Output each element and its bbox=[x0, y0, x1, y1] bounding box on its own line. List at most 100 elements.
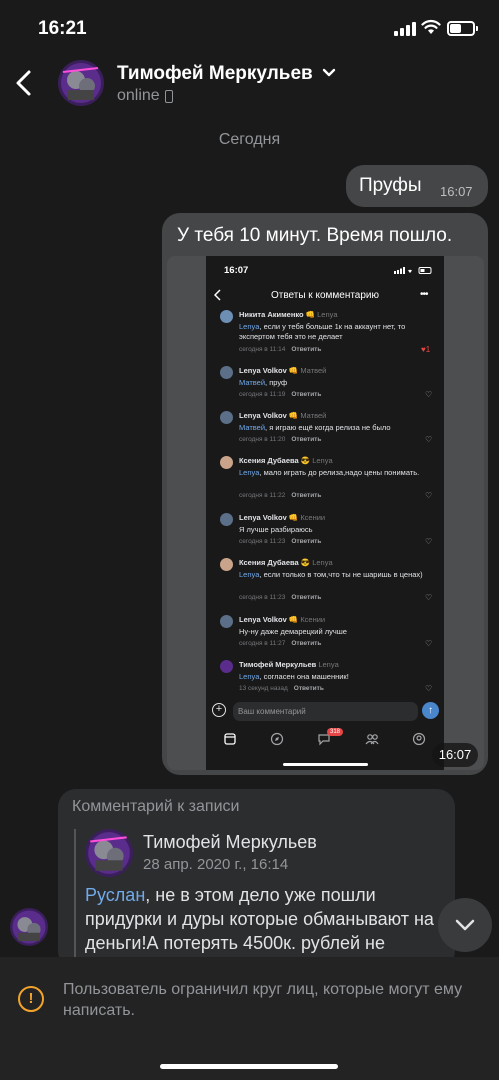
reply-link: Ответить bbox=[291, 346, 322, 353]
screenshot-more-icon: ••• bbox=[420, 289, 428, 300]
comment-mention: Lenya bbox=[239, 672, 260, 681]
comment-author: Lenya Volkov 👊 bbox=[239, 513, 299, 522]
avatar bbox=[220, 660, 233, 673]
comment-reply-to: Lenya bbox=[312, 558, 333, 567]
chevron-down-icon bbox=[455, 919, 475, 931]
comment-reply-to: Lenya bbox=[317, 310, 338, 319]
avatar bbox=[220, 456, 233, 469]
online-status: online bbox=[117, 87, 160, 104]
restriction-notice: ! Пользователь ограничил круг лиц, котор… bbox=[0, 957, 499, 1080]
comment-text: , согласен она машенник! bbox=[259, 672, 349, 681]
comment-time: сегодня в 11:27 bbox=[239, 640, 286, 647]
avatar bbox=[220, 310, 233, 323]
message-text: У тебя 10 минут. Время пошло. bbox=[177, 225, 453, 246]
comment-time: 13 секунд назад bbox=[239, 685, 288, 692]
wifi-icon bbox=[421, 19, 441, 34]
avatar[interactable] bbox=[58, 60, 104, 106]
screenshot-status-time: 16:07 bbox=[224, 265, 249, 276]
heart-outline-icon: ♡ bbox=[425, 491, 433, 500]
comment-author: Lenya Volkov 👊 bbox=[239, 411, 299, 420]
comment-author: Ксения Дубаева 😎 bbox=[239, 558, 311, 567]
comment-author: Тимофей Меркульев bbox=[239, 660, 317, 669]
home-indicator[interactable] bbox=[160, 1064, 338, 1069]
heart-outline-icon: ♡ bbox=[425, 593, 433, 602]
heart-outline-icon: ♡ bbox=[425, 639, 433, 648]
comment-text: , пруф bbox=[265, 378, 288, 387]
heart-icon: ♥1 bbox=[421, 345, 431, 354]
screenshot-title: Ответы к комментарию bbox=[270, 290, 380, 301]
plus-icon: + bbox=[212, 703, 226, 717]
reply-link: Ответить bbox=[291, 640, 322, 647]
avatar bbox=[220, 615, 233, 628]
screenshot-content: 16:07 Ответы к комментарию ••• Никита Ак… bbox=[206, 256, 444, 770]
reply-link: Ответить bbox=[291, 436, 322, 443]
comment-reply-to: Lenya bbox=[312, 456, 333, 465]
back-arrow-icon[interactable] bbox=[12, 68, 36, 98]
comment-reply-to: Матвей bbox=[300, 411, 327, 420]
avatar bbox=[220, 411, 233, 424]
heart-outline-icon: ♡ bbox=[425, 684, 433, 693]
avatar bbox=[220, 513, 233, 526]
status-bar: 16:21 bbox=[0, 0, 499, 54]
comment-reply-to: Lenya bbox=[318, 660, 339, 669]
comment-text: , мало играть до релиза,надо цены понима… bbox=[259, 468, 420, 477]
post-author[interactable]: Тимофей Меркульев bbox=[143, 832, 317, 853]
comment-mention: Lenya bbox=[239, 322, 260, 331]
screenshot-status-icons bbox=[394, 267, 432, 274]
reply-link: Ответить bbox=[291, 492, 322, 499]
restriction-text: Пользователь ограничил круг лиц, которые… bbox=[63, 981, 463, 1019]
message-time: 16:07 bbox=[432, 743, 478, 767]
comment-author: Lenya Volkov 👊 bbox=[239, 615, 299, 624]
date-separator: Сегодня bbox=[218, 131, 281, 148]
comment-text: , если только в том,что ты не шаришь в ц… bbox=[259, 570, 423, 579]
comment-time: сегодня в 11:23 bbox=[239, 594, 286, 601]
reply-link: Ответить bbox=[291, 594, 322, 601]
attachment-label: Комментарий к записи bbox=[72, 798, 240, 815]
comment-mention: Матвей bbox=[239, 378, 266, 387]
comment-time: сегодня в 11:23 bbox=[239, 538, 286, 545]
outgoing-message[interactable]: Пруфы 16:07 bbox=[346, 165, 488, 207]
profile-icon bbox=[412, 732, 426, 746]
chat-header: Тимофей Меркульев online bbox=[0, 54, 499, 118]
battery-level bbox=[450, 24, 461, 33]
send-icon: ↑ bbox=[422, 702, 439, 719]
heart-outline-icon: ♡ bbox=[425, 390, 433, 399]
message-text: Пруфы bbox=[359, 175, 422, 196]
screenshot-home-indicator bbox=[283, 763, 368, 766]
feed-icon bbox=[224, 733, 236, 745]
friends-icon bbox=[365, 734, 379, 745]
screenshot-comment-input: Ваш комментарий bbox=[233, 702, 418, 721]
comment-time: сегодня в 11:19 bbox=[239, 391, 286, 398]
cellular-signal-icon bbox=[394, 22, 416, 36]
comment-text: Ну-ну даже демарецкий лучше bbox=[239, 627, 347, 636]
heart-outline-icon: ♡ bbox=[425, 537, 433, 546]
mobile-icon bbox=[165, 90, 173, 103]
avatar[interactable] bbox=[10, 908, 48, 946]
avatar bbox=[220, 558, 233, 571]
avatar[interactable] bbox=[85, 829, 133, 877]
comment-text: , если у тебя больше 1к на аккаунт нет, … bbox=[239, 322, 406, 341]
compass-icon bbox=[270, 732, 284, 746]
reply-link: Ответить bbox=[291, 391, 322, 398]
like-count: 1 bbox=[425, 345, 431, 354]
battery-icon bbox=[447, 21, 478, 36]
comment-time: сегодня в 11:22 bbox=[239, 492, 286, 499]
comment-author: Ксения Дубаева 😎 bbox=[239, 456, 311, 465]
mention-link[interactable]: Руслан bbox=[85, 885, 145, 905]
comment-author: Никита Акименко 👊 bbox=[239, 310, 316, 319]
incoming-message[interactable]: Комментарий к записи Тимофей Меркульев 2… bbox=[58, 789, 455, 969]
warning-icon: ! bbox=[18, 986, 44, 1012]
post-date: 28 апр. 2020 г., 16:14 bbox=[143, 856, 289, 873]
scroll-down-button[interactable] bbox=[438, 898, 492, 952]
avatar bbox=[220, 366, 233, 379]
status-time: 16:21 bbox=[38, 18, 87, 39]
comment-mention: Матвей bbox=[239, 423, 266, 432]
comment-reply-to: Ксении bbox=[300, 615, 326, 624]
unread-badge: 318 bbox=[327, 728, 344, 736]
contact-name[interactable]: Тимофей Меркульев bbox=[117, 63, 313, 85]
quote-bar bbox=[74, 829, 76, 969]
message-time: 16:07 bbox=[440, 184, 473, 199]
attached-screenshot[interactable]: 16:07 Ответы к комментарию ••• Никита Ак… bbox=[167, 256, 484, 770]
comment-reply-to: Матвей bbox=[300, 366, 327, 375]
chevron-down-icon[interactable] bbox=[322, 68, 336, 78]
